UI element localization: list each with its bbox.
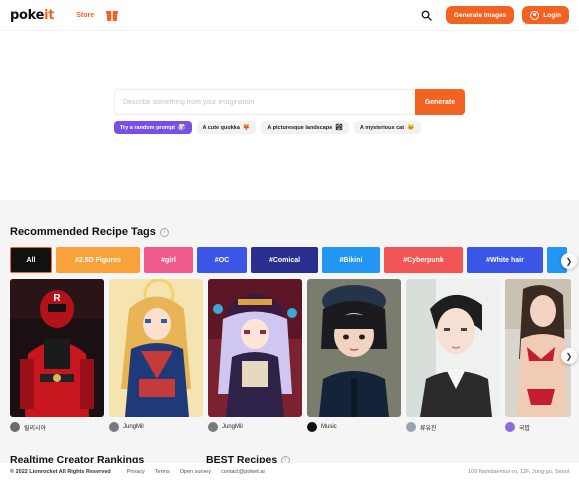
recipe-card-image-partial[interactable] bbox=[505, 279, 571, 417]
search-icon[interactable] bbox=[418, 6, 436, 24]
landscape-icon: 🏞 bbox=[335, 125, 343, 131]
logo-main: poke bbox=[10, 7, 45, 23]
header-divider bbox=[0, 30, 579, 31]
tag-bikini[interactable]: #Bikini bbox=[322, 247, 380, 273]
suggestion-chip-landscape[interactable]: A picturesque landscape 🏞 bbox=[261, 121, 349, 134]
footer: © 2022 Lionrocket All Rights Reserved Pr… bbox=[0, 463, 579, 480]
tag-white-hair[interactable]: #White hair bbox=[467, 247, 543, 273]
cat-icon: 🐱 bbox=[407, 125, 415, 131]
avatar bbox=[406, 422, 416, 432]
header: pokeit Store Generate Images Login bbox=[0, 0, 579, 30]
avatar bbox=[505, 422, 515, 432]
copyright: © 2022 Lionrocket All Rights Reserved bbox=[10, 468, 111, 475]
contact-email-link[interactable]: contact@pokeit.ai bbox=[221, 469, 265, 475]
login-label: Login bbox=[543, 11, 561, 19]
suggestion-chip-quokka[interactable]: A cute quokka 🦊 bbox=[196, 121, 257, 134]
tag-girl[interactable]: #girl bbox=[144, 247, 193, 273]
chip-label: A mysterious cat bbox=[359, 124, 405, 131]
creator-name: JungMil bbox=[222, 424, 243, 430]
info-icon[interactable]: i bbox=[159, 227, 169, 237]
random-prompt-chip[interactable]: Try a random prompt 🎲 bbox=[114, 121, 192, 134]
suggestion-chip-cat[interactable]: A mysterious cat 🐱 bbox=[353, 121, 421, 134]
recipe-card-image[interactable]: R bbox=[10, 279, 104, 417]
privacy-link[interactable]: Privacy bbox=[127, 469, 145, 475]
tag-oc[interactable]: #OC bbox=[197, 247, 247, 273]
prompt-bar: Generate bbox=[114, 89, 465, 115]
recipe-cards-row: R bbox=[10, 279, 571, 417]
creator[interactable]: Music bbox=[307, 422, 401, 432]
tag-all[interactable]: All bbox=[10, 247, 52, 273]
company-address: 109 Namdaemun-ro, 12F, Jung-gu, Seoul bbox=[468, 468, 569, 475]
tag-cyberpunk[interactable]: #Cyberpunk bbox=[384, 247, 463, 273]
creator-name: 류유진 bbox=[420, 425, 437, 432]
pokeit-logo[interactable]: pokeit bbox=[10, 7, 55, 23]
generate-button[interactable]: Generate bbox=[415, 89, 465, 115]
recipe-card-image[interactable] bbox=[109, 279, 203, 417]
recipe-card-image[interactable] bbox=[307, 279, 401, 417]
login-button[interactable]: Login bbox=[522, 6, 569, 24]
creator[interactable]: 류유진 bbox=[406, 422, 500, 432]
header-actions: Generate Images Login bbox=[418, 6, 569, 24]
creator-name: 국밥 bbox=[519, 425, 531, 432]
avatar bbox=[208, 422, 218, 432]
open-survey-link[interactable]: Open survey bbox=[180, 469, 211, 475]
user-icon bbox=[530, 10, 540, 20]
creator-name: JungMil bbox=[123, 424, 144, 430]
creator-name: 릴리시아 bbox=[24, 425, 47, 432]
logo-accent: it bbox=[44, 7, 55, 23]
recipe-card-image[interactable] bbox=[208, 279, 302, 417]
recipe-tags-title: Recommended Recipe Tags bbox=[10, 226, 156, 238]
page: pokeit Store Generate Images Login Gener… bbox=[0, 0, 579, 480]
creator[interactable]: JungMil bbox=[208, 422, 302, 432]
store-link[interactable]: Store bbox=[68, 8, 102, 23]
tag-comical[interactable]: #Comical bbox=[251, 247, 318, 273]
tags-next-arrow-icon[interactable]: ❯ bbox=[561, 253, 577, 269]
recipe-tags-row: All #2.5D Figures #girl #OC #Comical #Bi… bbox=[10, 247, 567, 273]
chip-label: A cute quokka bbox=[202, 124, 240, 131]
creator[interactable]: JungMil bbox=[109, 422, 203, 432]
creator[interactable]: 릴리시아 bbox=[10, 422, 104, 432]
dice-icon: 🎲 bbox=[178, 125, 186, 131]
prompt-input[interactable] bbox=[114, 89, 415, 115]
prompt-suggestions: Try a random prompt 🎲 A cute quokka 🦊 A pi… bbox=[114, 121, 421, 134]
chip-label: A picturesque landscape bbox=[267, 124, 333, 131]
cards-next-arrow-icon[interactable]: ❯ bbox=[561, 348, 577, 364]
terms-link[interactable]: Terms bbox=[155, 469, 170, 475]
recipe-card-image[interactable] bbox=[406, 279, 500, 417]
recipe-tags-heading: Recommended Recipe Tags i bbox=[10, 226, 169, 238]
generate-images-button[interactable]: Generate Images bbox=[445, 6, 515, 24]
fox-icon: 🦊 bbox=[242, 125, 251, 131]
recipe-creators: 릴리시아 JungMil JungMil Music 류유진 국밥 bbox=[10, 422, 565, 432]
gift-icon[interactable] bbox=[106, 9, 119, 21]
creator[interactable]: 국밥 bbox=[505, 422, 565, 432]
avatar bbox=[109, 422, 119, 432]
creator-name: Music bbox=[321, 424, 337, 430]
chip-label: Try a random prompt bbox=[120, 124, 176, 131]
avatar bbox=[10, 422, 20, 432]
avatar bbox=[307, 422, 317, 432]
svg-text:R: R bbox=[53, 293, 61, 304]
tag-2-5d-figures[interactable]: #2.5D Figures bbox=[56, 247, 140, 273]
